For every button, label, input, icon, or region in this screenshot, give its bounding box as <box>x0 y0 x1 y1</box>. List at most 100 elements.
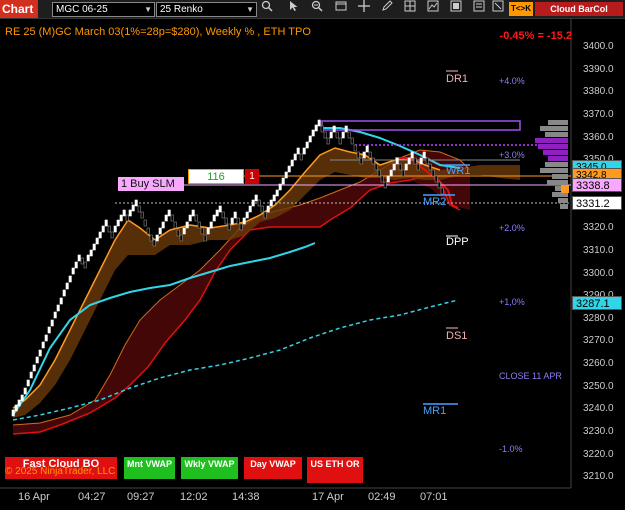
chevron-down-icon: ▼ <box>246 5 254 14</box>
renko-brick-up <box>404 163 408 171</box>
price-axis-label: 3320.0 <box>583 222 614 234</box>
renko-brick-down <box>428 163 432 171</box>
renko-brick-up <box>317 119 321 127</box>
wkly-vwap-button[interactable]: Wkly VWAP <box>181 457 238 479</box>
indicator-icon[interactable] <box>424 0 442 18</box>
renko-brick-up <box>314 124 318 132</box>
renko-brick-up <box>278 183 282 191</box>
renko-brick-up <box>50 319 54 327</box>
renko-brick-up <box>206 227 210 235</box>
cloud-barcol-button[interactable]: Cloud BarCol <box>535 2 623 16</box>
renko-brick-up <box>251 199 255 207</box>
renko-brick-up <box>191 209 195 217</box>
search-icon[interactable] <box>258 0 276 18</box>
buy-order-label[interactable]: 1 Buy SLM <box>118 177 184 191</box>
window-icon[interactable] <box>332 0 350 18</box>
renko-brick-up <box>422 151 426 159</box>
renko-brick-down <box>359 157 363 165</box>
renko-brick-up <box>275 189 279 197</box>
zoom-icon[interactable] <box>308 0 326 18</box>
renko-brick-up <box>215 209 219 217</box>
instrument-value: MGC 06-25 <box>56 4 108 15</box>
renko-brick-up <box>116 219 120 227</box>
tk-button[interactable]: T<>K <box>509 2 533 16</box>
renko-brick-up <box>293 153 297 161</box>
mnt-vwap-button[interactable]: Mnt VWAP <box>124 457 175 479</box>
pct-minus-1: -1.0% <box>499 444 523 454</box>
pencil-icon[interactable] <box>378 0 396 18</box>
properties-icon[interactable] <box>489 0 507 18</box>
renko-brick-down <box>437 181 441 189</box>
order-quantity[interactable]: 116 <box>188 169 244 184</box>
price-axis-label: 3300.0 <box>583 267 614 279</box>
time-axis-label: 09:27 <box>127 491 155 503</box>
renko-brick-up <box>230 217 234 225</box>
renko-brick-down <box>380 175 384 183</box>
period-select[interactable]: 25 Renko ▼ <box>156 2 257 17</box>
renko-brick-up <box>56 304 60 312</box>
renko-brick-down <box>353 144 357 152</box>
renko-brick-up <box>164 214 168 222</box>
renko-brick-up <box>209 221 213 229</box>
renko-brick-up <box>161 221 165 229</box>
renko-brick-down <box>335 131 339 139</box>
renko-brick-down <box>110 231 114 239</box>
renko-brick-up <box>266 205 270 213</box>
pivot-mr1: MR1 <box>423 405 447 417</box>
time-axis-label: 16 Apr <box>18 491 50 503</box>
price-axis-label: 3370.0 <box>583 108 614 120</box>
renko-brick-up <box>167 209 171 217</box>
renko-brick-up <box>185 221 189 229</box>
chevron-down-icon: ▼ <box>144 5 152 14</box>
renko-brick-down <box>350 137 354 145</box>
renko-brick-up <box>20 394 24 402</box>
renko-brick-down <box>83 261 87 269</box>
renko-brick-up <box>74 261 78 269</box>
purple-box <box>321 120 521 131</box>
pct-plus-1: +1,0% <box>499 297 525 307</box>
renko-brick-down <box>299 153 303 161</box>
renko-brick-up <box>32 364 36 372</box>
time-axis-label: 07:01 <box>420 491 448 503</box>
renko-brick-up <box>41 341 45 349</box>
renko-brick-up <box>38 349 42 357</box>
chart-title: RE 25 (M)GC March 03(1%=28p=$280), Weekl… <box>5 26 311 38</box>
renko-brick-up <box>362 151 366 159</box>
price-axis-label: 3360.0 <box>583 131 614 143</box>
pct-close: CLOSE 11 APR <box>499 371 562 381</box>
renko-brick-up <box>26 379 30 387</box>
us-eth-or-button[interactable]: US ETH OR <box>307 457 363 483</box>
renko-brick-down <box>374 163 378 171</box>
renko-brick-down <box>146 227 150 235</box>
price-tag-vwap: 3287.1 <box>572 296 622 310</box>
day-vwap-button[interactable]: Day VWAP <box>244 457 302 479</box>
pivot-dr1: DR1 <box>446 73 469 85</box>
price-axis-label: 3240.0 <box>583 403 614 415</box>
time-axis-label: 02:49 <box>368 491 396 503</box>
price-axis-label: 3230.0 <box>583 426 614 438</box>
data-box-icon[interactable] <box>470 0 488 18</box>
cursor-icon[interactable] <box>285 0 303 18</box>
chart-tab[interactable]: Chart <box>0 0 38 18</box>
price-chart[interactable] <box>0 19 625 510</box>
strategy-icon[interactable] <box>447 0 465 18</box>
chart-toolbar: Chart MGC 06-25 ▼ 25 Renko ▼ T<>K Cloud … <box>0 0 625 19</box>
instrument-select[interactable]: MGC 06-25 ▼ <box>52 2 155 17</box>
time-axis-label: 17 Apr <box>312 491 344 503</box>
renko-brick-up <box>242 217 246 225</box>
order-close-button[interactable]: 1 <box>245 169 259 184</box>
renko-brick-up <box>134 199 138 207</box>
pivot-ds1: DS1 <box>446 330 468 342</box>
renko-brick-up <box>86 254 90 262</box>
crosshair-icon[interactable] <box>355 0 373 18</box>
renko-brick-down <box>401 169 405 177</box>
pivot-dpp: DPP <box>446 236 469 248</box>
renko-brick-up <box>410 151 414 159</box>
renko-brick-up <box>71 267 75 275</box>
renko-brick-up <box>68 275 72 283</box>
tpo-profile <box>535 120 569 209</box>
template-icon[interactable] <box>401 0 419 18</box>
renko-brick-up <box>92 243 96 251</box>
renko-brick-down <box>320 125 324 133</box>
renko-brick-down <box>383 181 387 189</box>
